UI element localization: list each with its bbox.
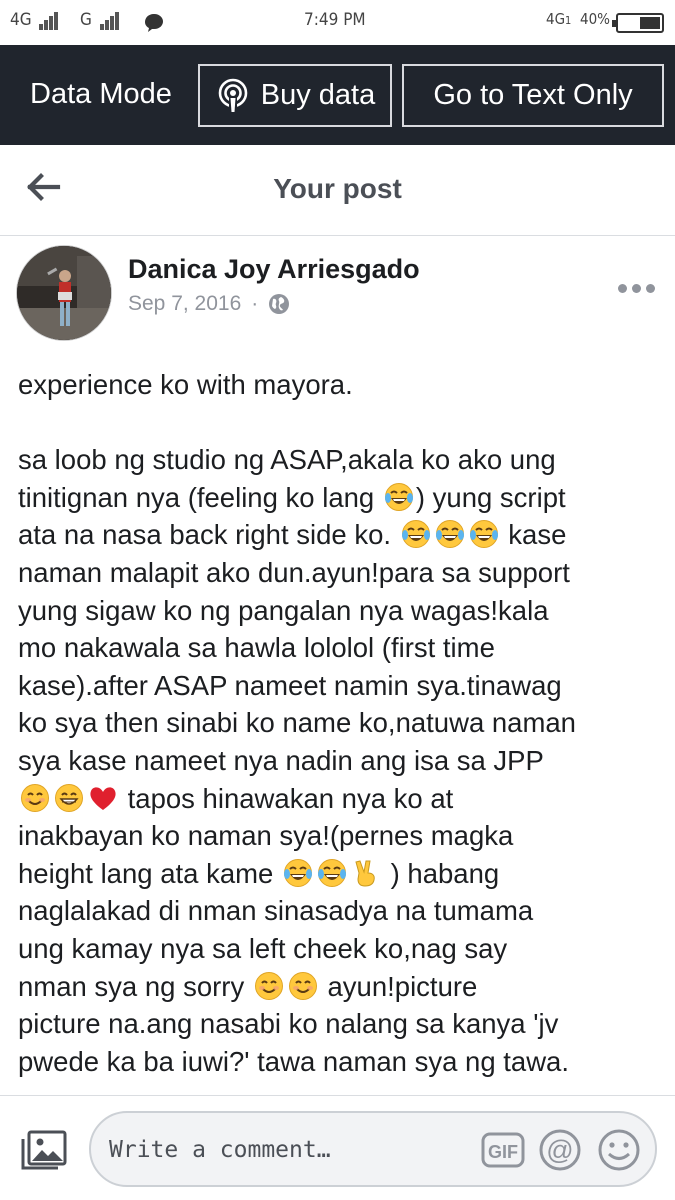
smiling-emoji [288, 971, 317, 1000]
battery-icon [612, 13, 664, 33]
network-2-label: G [80, 10, 120, 30]
post-text-segment: experience ko with mayora. [18, 369, 353, 400]
post-text-segment: naman malapit ako dun.ayun!para sa suppo… [18, 556, 570, 588]
buy-data-label: Buy data [260, 79, 376, 111]
post-line: ung kamay nya sa left cheek ko,nag say [18, 930, 668, 968]
post-line: height lang ata kame ) habang [18, 855, 668, 893]
post-text-segment: mo nakawala sa hawla lololol (first time [18, 632, 495, 664]
network-3-label: 4G1 [546, 10, 572, 28]
smiling-emoji [254, 971, 283, 1000]
messenger-notification-icon [145, 14, 163, 32]
post-date[interactable]: Sep 7, 2016 [128, 292, 241, 316]
post-text-segment: ayun!picture [319, 970, 478, 1002]
author-name[interactable]: Danica Joy Arriesgado [128, 254, 420, 285]
tears-of-joy-emoji [317, 858, 346, 887]
post-text-segment: ) habang [382, 857, 500, 889]
post-text-segment: picture na.ang nasabi ko nalang sa kanya… [18, 1008, 559, 1040]
network-1-label: 4G [10, 10, 59, 30]
post-text-segment: sa loob ng studio ng ASAP,akala ko ako u… [18, 444, 556, 476]
tears-of-joy-emoji [384, 482, 413, 511]
broadcast-icon [218, 78, 248, 113]
post-line: nman sya ng sorry ayun!picture [18, 968, 668, 1006]
data-mode-bar: Data Mode Buy data Go to Text Only [0, 45, 675, 145]
status-bar: 4G G 7:49 PM 4G1 40% [0, 0, 675, 45]
post-text-segment: ) yung script [415, 481, 566, 513]
post-meta: Sep 7, 2016 · [128, 292, 290, 316]
post-line [18, 404, 668, 442]
comment-bar: GIF @ [0, 1095, 675, 1200]
comment-input[interactable] [109, 1131, 469, 1169]
post-line: sya kase nameet nya nadin ang isa sa JPP [18, 742, 668, 780]
smiling-emoji [21, 783, 49, 812]
post-text-segment: kase [500, 519, 567, 551]
tears-of-joy-emoji [469, 520, 498, 549]
post-text-segment: ung kamay nya sa left cheek ko,nag say [18, 932, 508, 964]
signal-icon [99, 10, 120, 30]
post-text-segment: ata na nasa back right side ko. [18, 519, 399, 551]
post-text-segment: tapos hinawakan nya ko at [120, 782, 454, 814]
profile-photo [17, 246, 111, 340]
gif-icon[interactable]: GIF [481, 1130, 525, 1170]
tears-of-joy-emoji [283, 858, 312, 887]
globe-icon [269, 294, 290, 314]
text-only-label: Go to Text Only [433, 79, 633, 111]
post-text-segment: height lang ata kame [18, 857, 281, 889]
avatar[interactable] [16, 245, 112, 341]
data-mode-label: Data Mode [30, 78, 172, 110]
post-line: pwede ka ba iuwi?' tawa naman sya ng taw… [18, 1043, 668, 1081]
post-text-segment: sya kase nameet nya nadin ang isa sa JPP [18, 744, 544, 776]
post-line: kase).after ASAP nameet namin sya.tinawa… [18, 667, 668, 705]
meta-separator: · [251, 292, 259, 315]
post-text-segment: naglalakad di nman sinasadya na tumama [18, 895, 534, 927]
post-line: mo nakawala sa hawla lololol (first time [18, 629, 668, 667]
post-text-segment: ko sya then sinabi ko name ko,natuwa nam… [18, 707, 576, 739]
post-text: experience ko with mayora. sa loob ng stu… [18, 366, 668, 1080]
post-line: tinitignan nya (feeling ko lang ) yung s… [18, 479, 668, 517]
clock: 7:49 PM [304, 10, 366, 30]
svg-text:@: @ [546, 1135, 573, 1165]
post-line: ata na nasa back right side ko. kase [18, 516, 668, 554]
buy-data-button[interactable]: Buy data [198, 64, 392, 127]
post-text-segment: tinitignan nya (feeling ko lang [18, 481, 382, 513]
mention-icon[interactable]: @ [538, 1128, 582, 1172]
post-header: Your post [0, 145, 675, 236]
post-line: inakbayan ko naman sya!(pernes magka [18, 817, 668, 855]
page-title: Your post [273, 173, 402, 204]
post-text-segment: kase).after ASAP nameet namin sya.tinawa… [18, 669, 562, 701]
post-line: sa loob ng studio ng ASAP,akala ko ako u… [18, 441, 668, 479]
post-line: naman malapit ako dun.ayun!para sa suppo… [18, 554, 668, 592]
post-text-segment: pwede ka ba iuwi?' tawa naman sya ng taw… [18, 1045, 569, 1077]
photo-icon[interactable] [20, 1128, 68, 1172]
tears-of-joy-emoji [435, 520, 464, 549]
text-only-button[interactable]: Go to Text Only [402, 64, 664, 127]
more-options-icon[interactable] [614, 276, 658, 300]
tears-of-joy-emoji [401, 520, 430, 549]
smiley-icon[interactable] [597, 1128, 641, 1172]
post-line: ko sya then sinabi ko name ko,natuwa nam… [18, 704, 668, 742]
victory-hand-emoji [355, 860, 375, 887]
post-line: naglalakad di nman sinasadya na tumama [18, 892, 668, 930]
post-line: yung sigaw ko ng pangalan nya wagas!kala [18, 592, 668, 630]
heart-emoji [90, 786, 116, 810]
comment-input-container[interactable]: GIF @ [89, 1111, 657, 1187]
post-line: tapos hinawakan nya ko at [18, 780, 668, 818]
post-text-segment: nman sya ng sorry [18, 970, 252, 1002]
battery-percent: 40% [580, 10, 610, 28]
grinning-emoji [55, 783, 83, 812]
svg-text:GIF: GIF [488, 1142, 518, 1162]
post-text-segment: yung sigaw ko ng pangalan nya wagas!kala [18, 594, 549, 626]
post-text-segment: inakbayan ko naman sya!(pernes magka [18, 820, 514, 852]
signal-icon [39, 10, 59, 30]
post-line: picture na.ang nasabi ko nalang sa kanya… [18, 1005, 668, 1043]
post-line: experience ko with mayora. [18, 366, 668, 404]
